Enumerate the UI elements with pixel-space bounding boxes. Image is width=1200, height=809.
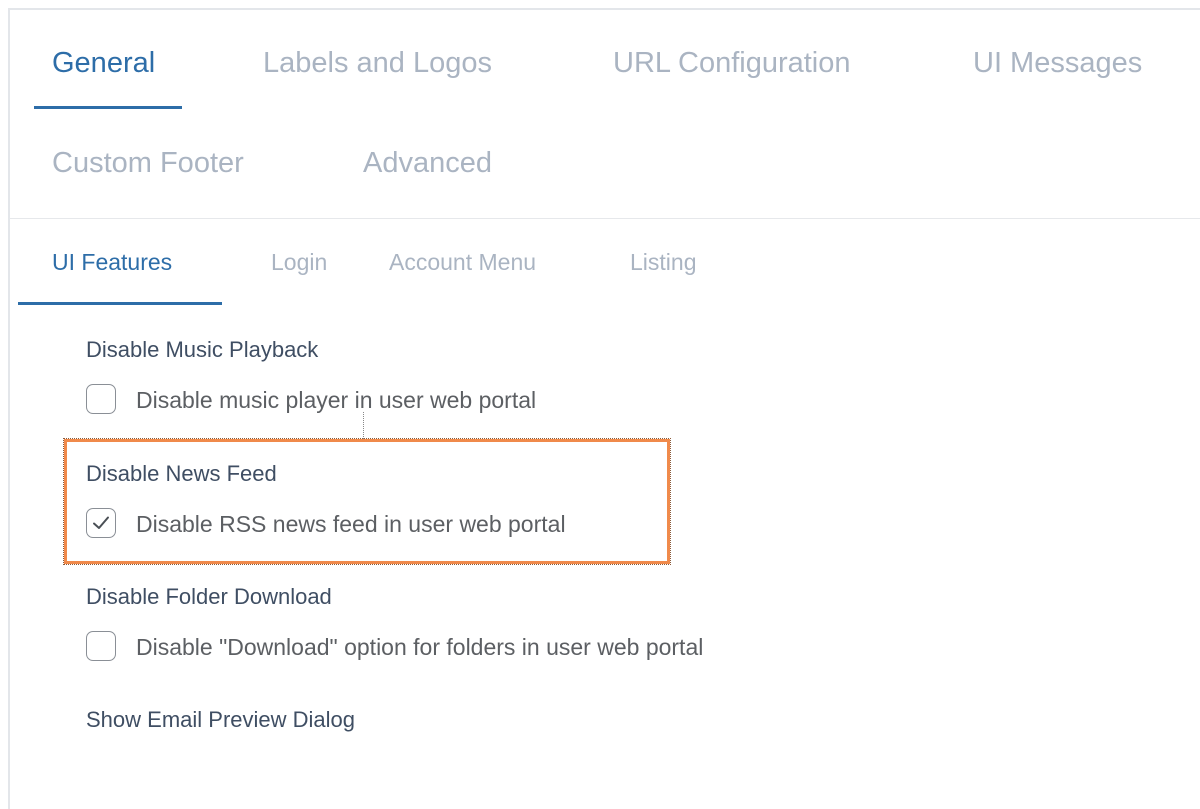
checkbox-disable-folder-download[interactable] xyxy=(86,631,116,661)
subtab-login[interactable]: Login xyxy=(271,248,327,276)
checkbox-disable-rss-feed[interactable] xyxy=(86,508,116,538)
subtab-account-menu[interactable]: Account Menu xyxy=(389,248,536,276)
tab-general[interactable]: General xyxy=(52,46,155,80)
option-label-folder-download[interactable]: Disable "Download" option for folders in… xyxy=(136,633,703,661)
main-tab-bar: General Labels and Logos URL Configurati… xyxy=(10,10,1200,219)
tab-labels-and-logos[interactable]: Labels and Logos xyxy=(263,46,492,80)
focus-highlight-box xyxy=(63,438,671,565)
option-label-music-player[interactable]: Disable music player in user web portal xyxy=(136,386,536,414)
checkbox-disable-music-player[interactable] xyxy=(86,384,116,414)
tab-custom-footer[interactable]: Custom Footer xyxy=(52,146,244,180)
subtab-ui-features[interactable]: UI Features xyxy=(52,248,172,276)
setting-title-email-preview: Show Email Preview Dialog xyxy=(86,707,355,732)
tab-url-configuration[interactable]: URL Configuration xyxy=(613,46,851,80)
setting-title-folder-download: Disable Folder Download xyxy=(86,584,332,609)
setting-title-news-feed: Disable News Feed xyxy=(86,461,277,486)
checkmark-icon xyxy=(93,516,109,529)
tab-advanced[interactable]: Advanced xyxy=(363,146,492,180)
active-tab-indicator xyxy=(34,106,182,109)
active-subtab-indicator xyxy=(18,302,222,305)
settings-panel: General Labels and Logos URL Configurati… xyxy=(8,8,1200,809)
option-label-rss-feed[interactable]: Disable RSS news feed in user web portal xyxy=(136,510,566,538)
setting-title-music-playback: Disable Music Playback xyxy=(86,337,319,362)
focus-connector-line xyxy=(363,412,364,439)
tab-ui-messages[interactable]: UI Messages xyxy=(973,46,1142,80)
subtab-listing[interactable]: Listing xyxy=(630,248,696,276)
